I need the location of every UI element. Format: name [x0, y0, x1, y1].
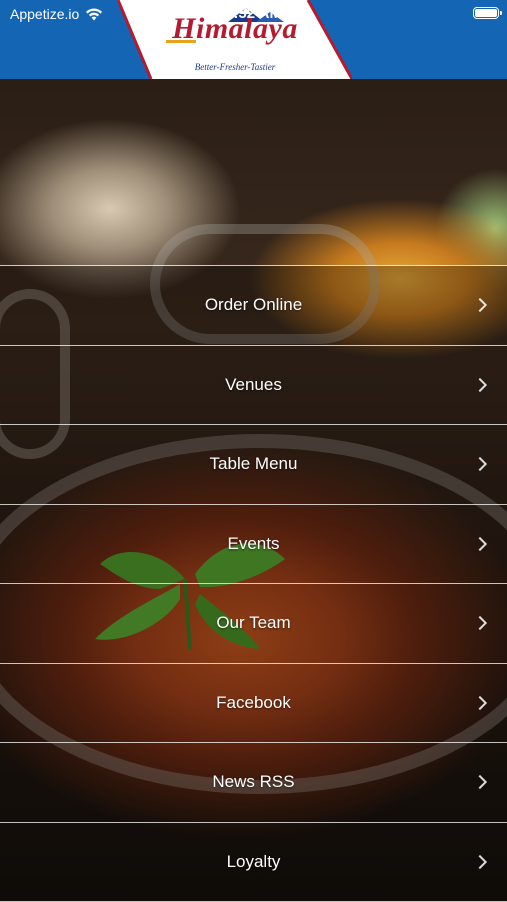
chevron-right-icon: [473, 775, 487, 789]
chevron-right-icon: [473, 457, 487, 471]
chevron-right-icon: [473, 855, 487, 869]
chevron-right-icon: [473, 537, 487, 551]
status-time: 5:52 AM: [0, 5, 507, 22]
chevron-right-icon: [473, 378, 487, 392]
menu-item-order-online[interactable]: Order Online: [0, 266, 507, 346]
menu-item-table-menu[interactable]: Table Menu: [0, 425, 507, 505]
menu-item-label: Table Menu: [210, 454, 298, 473]
menu-item-events[interactable]: Events: [0, 505, 507, 585]
logo-tagline: Better-Fresher-Tastier: [118, 62, 352, 72]
menu-item-loyalty[interactable]: Loyalty: [0, 823, 507, 902]
menu-item-facebook[interactable]: Facebook: [0, 664, 507, 744]
main-menu: Order Online Venues Table Menu Events Ou…: [0, 265, 507, 902]
menu-item-label: Venues: [225, 375, 282, 394]
chevron-right-icon: [473, 298, 487, 312]
menu-item-label: Facebook: [216, 693, 291, 712]
menu-item-our-team[interactable]: Our Team: [0, 584, 507, 664]
menu-item-label: News RSS: [212, 772, 294, 791]
menu-item-label: Events: [228, 534, 280, 553]
chevron-right-icon: [473, 616, 487, 630]
menu-item-news-rss[interactable]: News RSS: [0, 743, 507, 823]
menu-item-label: Order Online: [205, 295, 302, 314]
menu-item-venues[interactable]: Venues: [0, 346, 507, 426]
menu-item-label: Loyalty: [227, 852, 281, 871]
menu-item-label: Our Team: [216, 613, 290, 632]
chevron-right-icon: [473, 696, 487, 710]
